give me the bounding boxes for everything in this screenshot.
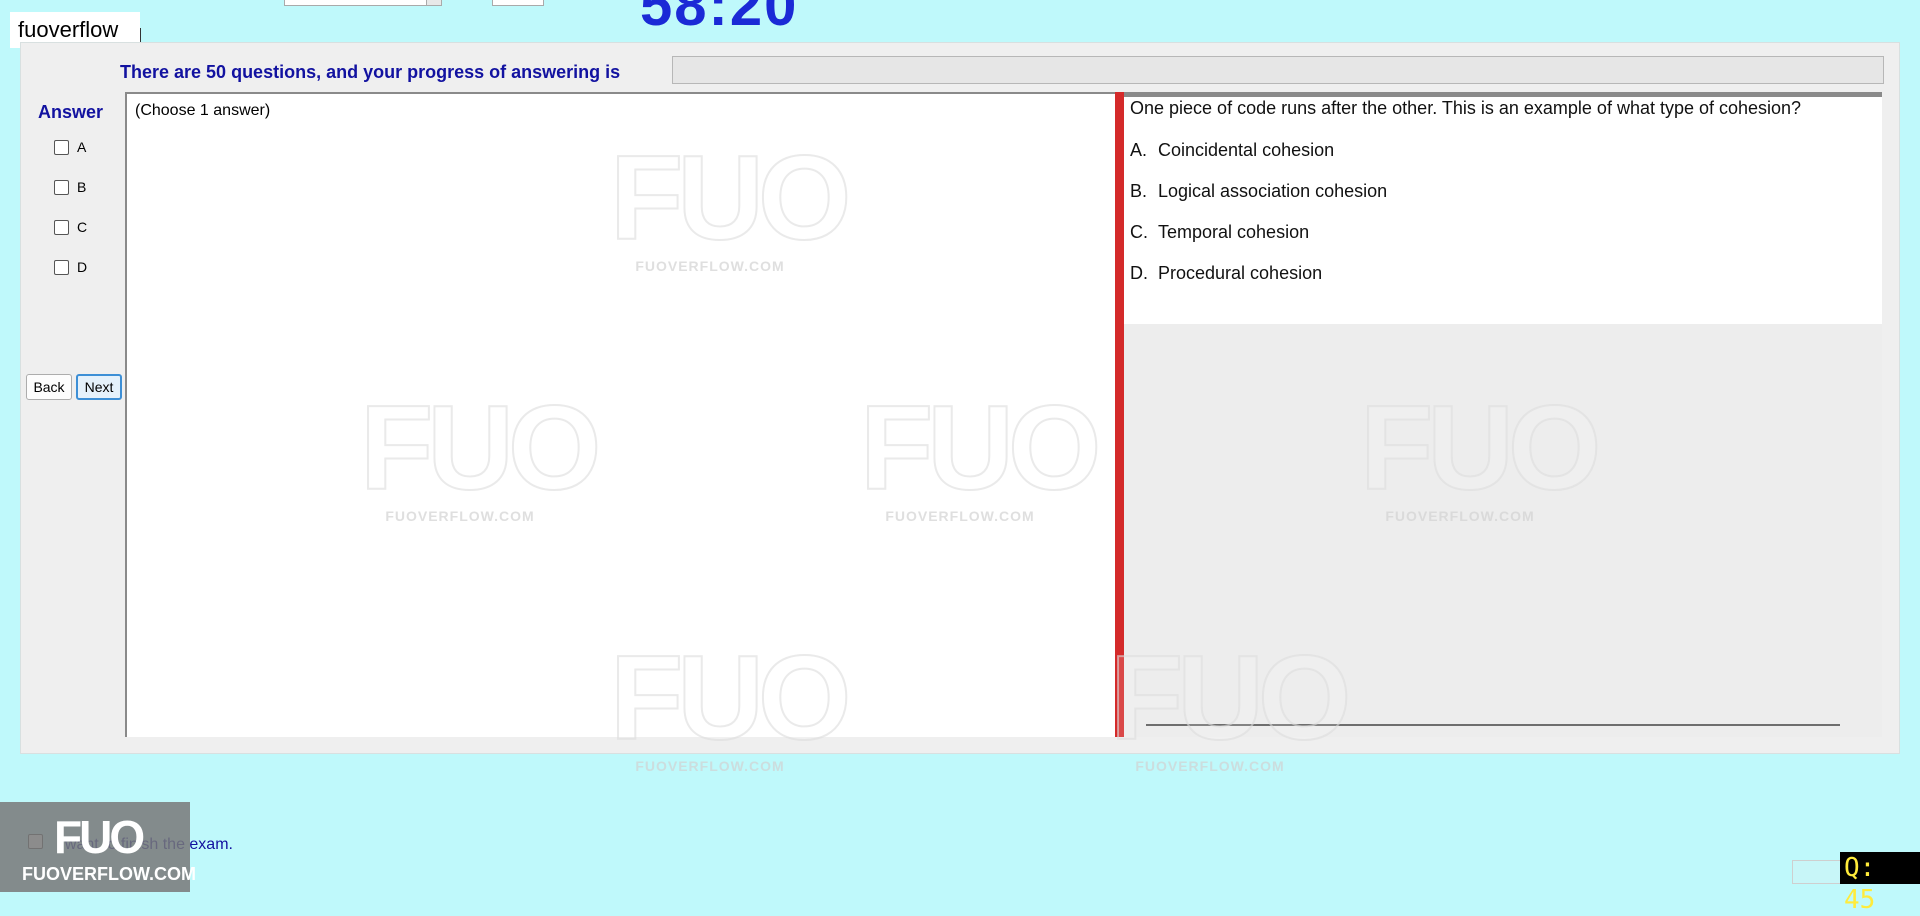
answer-option-d[interactable]: D [54, 256, 87, 278]
checkbox[interactable] [54, 219, 69, 235]
option-letter: B. [1130, 181, 1148, 201]
back-button[interactable]: Back [26, 374, 72, 400]
answer-option-a[interactable]: A [54, 136, 86, 158]
answer-option-label: B [77, 179, 87, 195]
progress-bar [672, 56, 1884, 84]
question-option-d: D. Procedural cohesion [1130, 263, 1322, 284]
chevron-down-icon[interactable] [426, 0, 441, 5]
answer-option-b[interactable]: B [54, 176, 86, 198]
exam-timer: 58:20 [640, 0, 799, 38]
answer-title: Answer [38, 102, 104, 122]
next-button[interactable]: Next [76, 374, 122, 400]
checkbox[interactable] [54, 259, 69, 275]
question-text: One piece of code runs after the other. … [1130, 98, 1802, 118]
question-option-b: B. Logical association cohesion [1130, 181, 1387, 202]
counter-frame [1792, 860, 1842, 884]
option-text: Procedural cohesion [1158, 263, 1323, 283]
answer-option-label: A [77, 139, 87, 155]
progress-label: There are 50 questions, and your progres… [120, 62, 621, 82]
answer-option-label: C [77, 219, 88, 235]
answer-option-c[interactable]: C [54, 216, 87, 238]
top-dropdown[interactable] [284, 0, 442, 6]
option-letter: D. [1130, 263, 1148, 283]
option-text: Logical association cohesion [1158, 181, 1388, 201]
answer-option-label: D [77, 259, 88, 275]
option-text: Temporal cohesion [1158, 222, 1310, 242]
question-lower-area [1124, 324, 1882, 737]
pane-splitter[interactable] [1115, 92, 1124, 737]
brand-logo: FUO [54, 811, 145, 863]
checkbox[interactable] [54, 179, 69, 195]
answer-pane[interactable] [125, 92, 1115, 737]
option-letter: A. [1130, 140, 1148, 160]
top-small-control[interactable] [492, 0, 544, 6]
question-counter: Q: 45 [1840, 852, 1920, 915]
question-option-a: A. Coincidental cohesion [1130, 140, 1334, 161]
checkbox[interactable] [54, 139, 69, 155]
choose-instruction: (Choose 1 answer) [135, 102, 271, 119]
question-pane [1124, 92, 1882, 324]
brand-site: FUOVERFLOW.COM [22, 864, 196, 884]
horizontal-scrollbar[interactable] [1146, 724, 1840, 726]
option-text: Coincidental cohesion [1158, 140, 1335, 160]
option-letter: C. [1130, 222, 1148, 242]
question-option-c: C. Temporal cohesion [1130, 222, 1309, 243]
